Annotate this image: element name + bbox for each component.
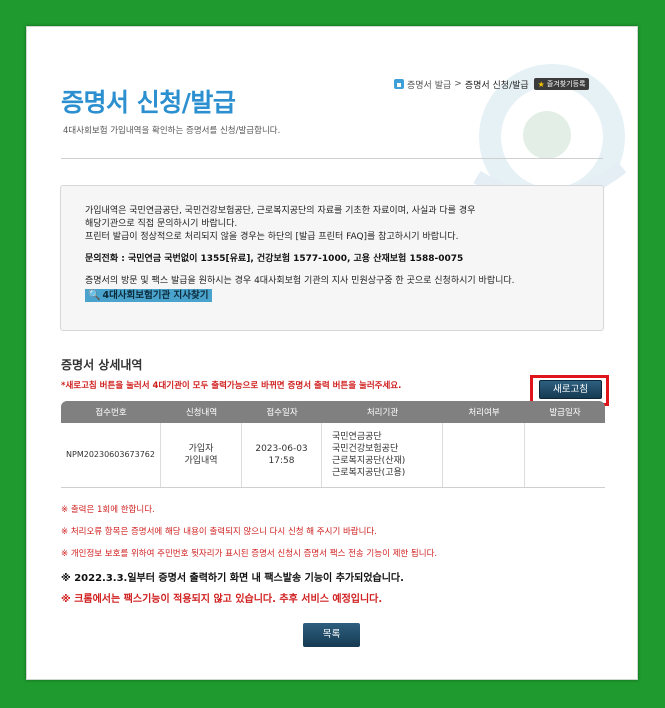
status-cell xyxy=(443,423,525,487)
page-title: 증명서 신청/발급 xyxy=(61,88,236,117)
receipt-number: NPM2023060367376​2 xyxy=(61,423,161,487)
note-item: ※ 개인정보 보호를 위하여 주민번호 뒷자리가 표시된 증명서 신청시 증명서… xyxy=(61,549,438,559)
divider xyxy=(61,158,603,159)
breadcrumb-separator: > xyxy=(454,79,462,89)
star-icon: ★ xyxy=(537,79,545,89)
notice-line: 가입내역은 국민연금공단, 국민건강보험공단, 근로복지공단의 자료를 기초한 … xyxy=(85,206,476,216)
home-icon[interactable] xyxy=(394,79,404,89)
page-subtitle: 4대사회보험 가입내역을 확인하는 증명서를 신청/발급합니다. xyxy=(63,126,281,136)
receipt-time: 17:58 xyxy=(268,456,295,466)
find-branch-link[interactable]: 🔍 4대사회보험기관 지사찾기 xyxy=(85,289,212,302)
receipt-date-cell: 2023-06-03 17:58 xyxy=(242,423,322,487)
issue-date-cell xyxy=(525,423,605,487)
notice-line: 프린터 발급이 정상적으로 처리되지 않을 경우는 하단의 [발급 프린터 FA… xyxy=(85,232,459,242)
list-button[interactable]: 목록 xyxy=(303,623,360,647)
refresh-button[interactable]: 새로고침 xyxy=(539,380,602,399)
find-branch-label: 4대사회보험기관 지사찾기 xyxy=(102,290,209,301)
notice-box: 가입내역은 국민연금공단, 국민건강보험공단, 근로복지공단의 자료를 기초한 … xyxy=(60,185,604,331)
column-header: 처리기관 xyxy=(366,408,399,418)
column-header: 발급일자 xyxy=(549,408,581,418)
agency-item: 국민건강보험공단 xyxy=(332,444,399,454)
contact-phone: 문의전화 : 국민연금 국번없이 1355[유료], 건강보험 1577-100… xyxy=(85,254,464,264)
agency-item: 근로복지공단(산재) xyxy=(332,456,406,466)
section-title: 증명서 상세내역 xyxy=(61,358,143,372)
breadcrumb: 증명서 발급 > 증명서 신청/발급 ★ 즐겨찾기등록 xyxy=(394,77,590,91)
notes: ※ 출력은 1회에 한합니다. ※ 처리오류 항목은 증명서에 해당 내용이 출… xyxy=(61,503,621,611)
request-cell: 가입자 가입내역 xyxy=(161,423,242,487)
agency-item: 근로복지공단(고용) xyxy=(332,468,406,478)
breadcrumb-current: 증명서 신청/발급 xyxy=(464,80,529,91)
add-favorite-label: 즐겨찾기등록 xyxy=(546,80,586,88)
column-header: 처리여부 xyxy=(468,408,500,418)
column-header: 접수번호 xyxy=(95,408,127,418)
note-item: ※ 출력은 1회에 한합니다. xyxy=(61,505,155,515)
request-line: 가입자 xyxy=(188,444,214,454)
column-header: 신청내역 xyxy=(185,408,218,418)
table-row: NPM2023060367376​2 가입자 가입내역 2023-06-03 1… xyxy=(61,423,605,488)
column-header: 접수일자 xyxy=(266,408,298,418)
agency-cell: 국민연금공단 국민건강보험공단 근로복지공단(산재) 근로복지공단(고용) xyxy=(322,423,443,487)
add-favorite-button[interactable]: ★ 즐겨찾기등록 xyxy=(533,78,590,90)
request-line: 가입내역 xyxy=(184,456,218,466)
note-item: ※ 처리오류 항목은 증명서에 해당 내용이 출력되지 않으니 다시 신청 해 … xyxy=(61,527,377,537)
fax-notice: ※ 2022.3.3.일부터 증명서 출력하기 화면 내 팩스발송 기능이 추가… xyxy=(61,573,404,584)
refresh-warning: *새로고침 버튼을 눌러서 4대기관이 모두 출력가능으로 바뀌면 증명서 출력… xyxy=(61,381,402,391)
notice-line: 증명서의 방문 및 팩스 발급을 원하시는 경우 4대사회보험 기관의 지사 민… xyxy=(85,276,515,286)
agency-item: 국민연금공단 xyxy=(332,432,382,442)
receipt-date: 2023-06-03 xyxy=(255,444,308,454)
table-header: 접수번호 신청내역 접수일자 처리기관 처리여부 발급일자 xyxy=(61,401,605,423)
chrome-fax-notice: ※ 크롬에서는 팩스기능이 적용되지 않고 있습니다. 추후 서비스 예정입니다… xyxy=(61,594,383,605)
notice-line: 해당기관으로 직접 문의하시기 바랍니다. xyxy=(85,219,238,229)
magnifier-icon: 🔍 xyxy=(88,290,101,301)
page-frame: 증명서 발급 > 증명서 신청/발급 ★ 즐겨찾기등록 증명서 신청/발급 4대… xyxy=(26,26,638,680)
breadcrumb-parent[interactable]: 증명서 발급 xyxy=(407,78,451,91)
